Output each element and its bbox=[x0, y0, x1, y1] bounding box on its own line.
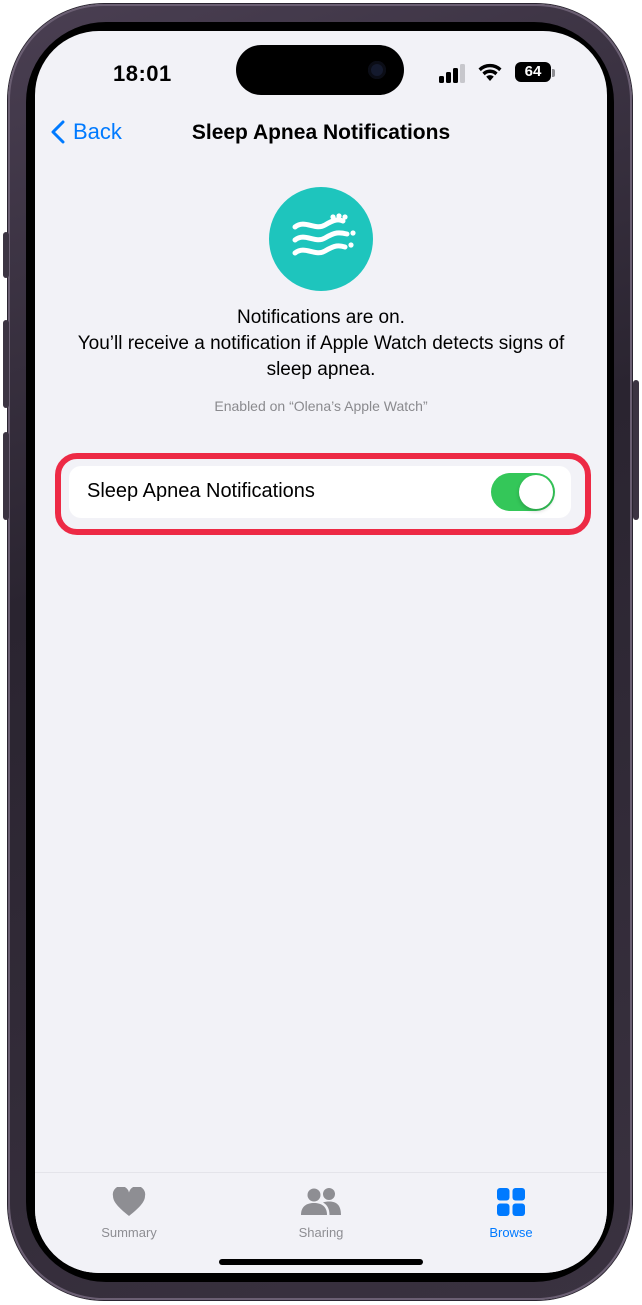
description-text: You’ll receive a notification if Apple W… bbox=[77, 333, 565, 380]
battery-cap bbox=[552, 69, 555, 77]
screen: 18:01 64 Back Sleep Apnea Notifications … bbox=[35, 31, 607, 1273]
tab-browse-label: Browse bbox=[489, 1225, 533, 1240]
tab-bar: Summary Sharing Browse bbox=[35, 1172, 607, 1273]
feature-description: Notifications are on. You’ll receive a n… bbox=[55, 305, 587, 383]
wifi-icon bbox=[478, 63, 502, 81]
tab-summary[interactable]: Summary bbox=[69, 1185, 189, 1240]
navigation-bar: Back Sleep Apnea Notifications bbox=[35, 111, 607, 155]
enabled-device-note: Enabled on “Olena’s Apple Watch” bbox=[214, 398, 428, 414]
volume-down-button bbox=[3, 432, 9, 520]
tab-sharing[interactable]: Sharing bbox=[261, 1185, 381, 1240]
status-time: 18:01 bbox=[113, 61, 172, 86]
people-icon bbox=[301, 1188, 341, 1215]
tab-summary-label: Summary bbox=[101, 1225, 157, 1240]
side-button bbox=[633, 380, 639, 520]
page-title: Sleep Apnea Notifications bbox=[191, 121, 451, 144]
status-line: Notifications are on. bbox=[237, 307, 405, 328]
front-camera bbox=[368, 61, 386, 79]
home-indicator[interactable] bbox=[219, 1259, 423, 1265]
grid-icon bbox=[497, 1188, 525, 1216]
breathing-waves-glyph bbox=[292, 213, 356, 256]
action-button bbox=[3, 232, 9, 278]
volume-up-button bbox=[3, 320, 9, 408]
breathing-waves-icon bbox=[269, 187, 373, 291]
dynamic-island bbox=[236, 45, 404, 95]
cellular-signal-icon bbox=[439, 63, 469, 83]
battery-indicator: 64 bbox=[515, 62, 551, 82]
tab-sharing-label: Sharing bbox=[298, 1225, 344, 1240]
heart-icon bbox=[112, 1187, 146, 1216]
status-bar: 18:01 64 bbox=[35, 31, 607, 111]
tab-browse[interactable]: Browse bbox=[451, 1185, 571, 1240]
highlight-outline bbox=[55, 453, 591, 535]
